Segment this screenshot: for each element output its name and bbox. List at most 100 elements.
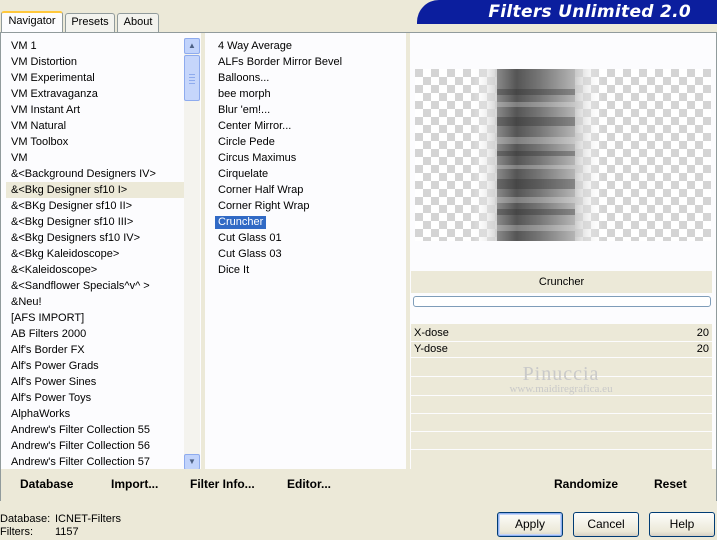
category-item[interactable]: Alf's Border FX: [6, 342, 184, 358]
filter-item-label: Cut Glass 03: [218, 248, 282, 260]
filter-item-label: Center Mirror...: [218, 120, 292, 132]
empty-param-slot: [411, 413, 712, 414]
category-item[interactable]: Andrew's Filter Collection 56: [6, 438, 184, 454]
category-item[interactable]: &<Bkg Designer sf10 I>: [6, 182, 184, 198]
filter-item[interactable]: Cut Glass 03: [213, 246, 405, 262]
category-item[interactable]: [AFS IMPORT]: [6, 310, 184, 326]
category-item[interactable]: VM Distortion: [6, 54, 184, 70]
database-label: Database:: [0, 513, 51, 525]
category-item[interactable]: &<Sandflower Specials^v^ >: [6, 278, 184, 294]
cancel-button[interactable]: Cancel: [573, 512, 639, 537]
filter-item-label: bee morph: [218, 88, 271, 100]
import-link[interactable]: Import...: [111, 477, 158, 491]
category-item[interactable]: VM 1: [6, 38, 184, 54]
reset-link[interactable]: Reset: [654, 477, 687, 491]
param-row-y-dose[interactable]: Y-dose 20: [411, 342, 712, 358]
filter-item[interactable]: ALFs Border Mirror Bevel: [213, 54, 405, 70]
filter-item-label: Blur 'em!...: [218, 104, 271, 116]
category-item[interactable]: VM Extravaganza: [6, 86, 184, 102]
filter-item[interactable]: Cirquelate: [213, 166, 405, 182]
category-item[interactable]: Alf's Power Grads: [6, 358, 184, 374]
column-divider: [201, 33, 205, 469]
apply-button[interactable]: Apply: [497, 512, 563, 537]
empty-param-slot: [411, 431, 712, 432]
empty-param-slot: [411, 395, 712, 396]
database-value: ICNET-Filters: [55, 513, 121, 525]
category-item[interactable]: VM Experimental: [6, 70, 184, 86]
filter-item[interactable]: Blur 'em!...: [213, 102, 405, 118]
filter-list[interactable]: 4 Way Average ALFs Border Mirror Bevel Bal…: [213, 38, 405, 470]
tab-navigator[interactable]: Navigator: [1, 11, 63, 32]
category-list[interactable]: VM 1 VM Distortion VM Experimental VM Extra…: [6, 38, 184, 470]
category-item[interactable]: &<BKg Designer sf10 II>: [6, 198, 184, 214]
category-item[interactable]: AB Filters 2000: [6, 326, 184, 342]
filter-item-label: Cirquelate: [218, 168, 269, 180]
category-item[interactable]: VM Instant Art: [6, 102, 184, 118]
help-button[interactable]: Help: [649, 512, 715, 537]
category-scrollbar[interactable]: ▲ ▼: [184, 38, 200, 470]
empty-param-slot: [411, 449, 712, 450]
filter-item[interactable]: Cruncher: [213, 214, 405, 230]
category-item[interactable]: VM Toolbox: [6, 134, 184, 150]
filter-item-label: Corner Half Wrap: [218, 184, 304, 196]
filter-item[interactable]: 4 Way Average: [213, 38, 405, 54]
filter-item-label: 4 Way Average: [218, 40, 292, 52]
randomize-link[interactable]: Randomize: [554, 477, 618, 491]
editor-link[interactable]: Editor...: [287, 477, 331, 491]
preview-area: [411, 69, 712, 241]
category-item[interactable]: &<Bkg Kaleidoscope>: [6, 246, 184, 262]
filter-name-display: Cruncher: [411, 271, 712, 293]
filter-item-label: Cut Glass 01: [218, 232, 282, 244]
filter-item-label: Circle Pede: [218, 136, 275, 148]
column-divider: [406, 33, 410, 469]
filter-item-label: Balloons...: [218, 72, 270, 84]
preview-image: [415, 69, 711, 241]
category-item[interactable]: Alf's Power Sines: [6, 374, 184, 390]
app-title: Filters Unlimited 2.0: [488, 2, 691, 22]
filter-count-info: Filters: 1157: [0, 526, 140, 539]
progress-bar: [413, 296, 711, 307]
filters-label: Filters:: [0, 526, 33, 538]
scroll-down-button[interactable]: ▼: [184, 454, 200, 470]
category-item[interactable]: &<Kaleidoscope>: [6, 262, 184, 278]
category-item[interactable]: AlphaWorks: [6, 406, 184, 422]
category-item[interactable]: VM Natural: [6, 118, 184, 134]
filter-item[interactable]: Circle Pede: [213, 134, 405, 150]
filter-item[interactable]: Dice It: [213, 262, 405, 278]
scroll-thumb[interactable]: [184, 55, 200, 101]
database-info: Database: ICNET-Filters: [0, 513, 140, 526]
category-item[interactable]: Andrew's Filter Collection 55: [6, 422, 184, 438]
action-link-bar: Database Import... Filter Info... Editor…: [1, 469, 716, 501]
filter-item-label: Cruncher: [215, 216, 267, 229]
category-item[interactable]: &<Bkg Designers sf10 IV>: [6, 230, 184, 246]
tab-about[interactable]: About: [117, 13, 159, 32]
parameter-panel: X-dose 20 Y-dose 20: [411, 324, 712, 469]
category-item[interactable]: Andrew's Filter Collection 57: [6, 454, 184, 470]
filter-item-label: Corner Right Wrap: [218, 200, 310, 212]
category-item[interactable]: &<Bkg Designer sf10 III>: [6, 214, 184, 230]
param-value[interactable]: 20: [697, 342, 709, 357]
filter-item[interactable]: Corner Half Wrap: [213, 182, 405, 198]
database-link[interactable]: Database: [20, 477, 73, 491]
navigator-panel: VM 1 VM Distortion VM Experimental VM Extra…: [0, 32, 717, 501]
param-value[interactable]: 20: [697, 326, 709, 341]
filter-item[interactable]: Corner Right Wrap: [213, 198, 405, 214]
tab-presets[interactable]: Presets: [65, 13, 115, 32]
filters-value: 1157: [55, 526, 79, 538]
category-item[interactable]: Alf's Power Toys: [6, 390, 184, 406]
scroll-up-button[interactable]: ▲: [184, 38, 200, 54]
filter-item[interactable]: Center Mirror...: [213, 118, 405, 134]
category-item[interactable]: &<Background Designers IV>: [6, 166, 184, 182]
param-label: X-dose: [414, 327, 449, 339]
category-item[interactable]: VM: [6, 150, 184, 166]
filter-item-label: Dice It: [218, 264, 250, 276]
filter-info-link[interactable]: Filter Info...: [190, 477, 255, 491]
param-label: Y-dose: [414, 343, 448, 355]
filter-item-label: Circus Maximus: [218, 152, 297, 164]
category-item[interactable]: &Neu!: [6, 294, 184, 310]
filter-item[interactable]: bee morph: [213, 86, 405, 102]
filter-item[interactable]: Circus Maximus: [213, 150, 405, 166]
filter-item[interactable]: Cut Glass 01: [213, 230, 405, 246]
param-row-x-dose[interactable]: X-dose 20: [411, 326, 712, 342]
filter-item[interactable]: Balloons...: [213, 70, 405, 86]
